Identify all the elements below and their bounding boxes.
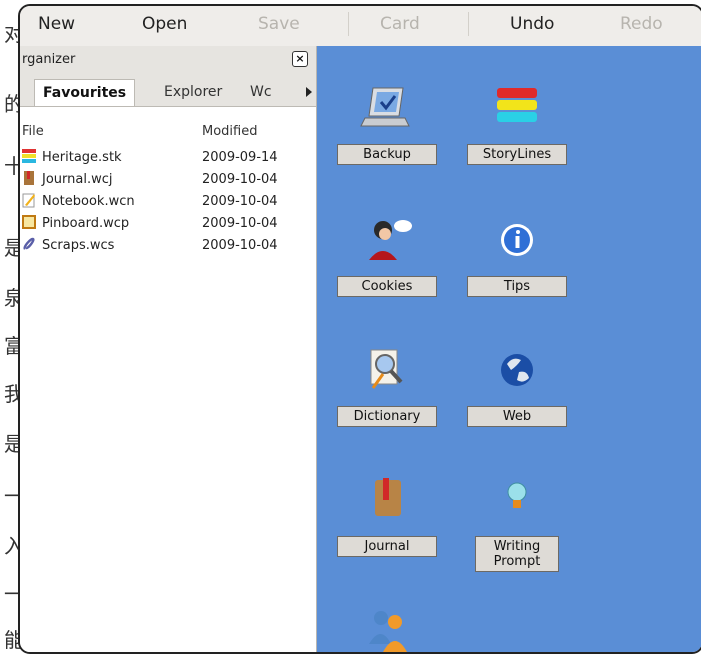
launcher-cookies[interactable]: Cookies — [337, 214, 437, 297]
globe-icon — [501, 354, 533, 386]
table-row[interactable]: Notebook.wcn 2009-10-04 — [20, 190, 316, 212]
file-name: Heritage.stk — [42, 150, 122, 165]
card-button[interactable]: Card — [380, 14, 420, 34]
notebook-icon — [22, 193, 35, 208]
save-button[interactable]: Save — [258, 14, 300, 34]
redo-button[interactable]: Redo — [620, 14, 663, 34]
journal-icon — [24, 171, 34, 185]
launcher-backup[interactable]: Backup — [337, 82, 437, 165]
launcher-label: Backup — [337, 144, 437, 165]
file-modified: 2009-10-04 — [202, 238, 278, 253]
launcher-label: Web — [467, 406, 567, 427]
tab-wc[interactable]: Wc — [242, 79, 280, 105]
launcher-writing-prompt[interactable]: Writing Prompt — [467, 474, 567, 572]
table-row[interactable]: Pinboard.wcp 2009-10-04 — [20, 212, 316, 234]
launcher-label: Tips — [467, 276, 567, 297]
organizer-title: rganizer — [22, 52, 76, 67]
table-row[interactable]: Journal.wcj 2009-10-04 — [20, 168, 316, 190]
close-icon[interactable]: × — [292, 51, 308, 67]
launcher-web[interactable]: Web — [467, 344, 567, 427]
toolbar: New Open Save Card Undo Redo — [20, 6, 701, 47]
app-window: New Open Save Card Undo Redo rganizer × … — [18, 4, 701, 654]
launcher-label: Dictionary — [337, 406, 437, 427]
file-name: Notebook.wcn — [42, 194, 135, 209]
table-row[interactable]: Scraps.wcs 2009-10-04 — [20, 234, 316, 256]
launcher-label: Journal — [337, 536, 437, 557]
toolbar-separator — [348, 12, 349, 36]
launcher-label: StoryLines — [467, 144, 567, 165]
scraps-icon — [23, 237, 35, 250]
column-file[interactable]: File — [22, 124, 44, 139]
file-name: Scraps.wcs — [42, 238, 115, 253]
pinboard-icon — [22, 215, 36, 229]
launcher-tips[interactable]: Tips — [467, 214, 567, 297]
launcher-people[interactable] — [337, 604, 437, 652]
file-modified: 2009-09-14 — [202, 150, 278, 165]
dictionary-icon — [370, 349, 403, 389]
launcher-label: Cookies — [337, 276, 437, 297]
new-button[interactable]: New — [38, 14, 75, 34]
launcher-desktop: Backup StoryLines Cookies Tips Dictionar… — [317, 46, 701, 652]
organizer-tabs: Favourites Explorer Wc — [20, 74, 316, 107]
journal-icon — [375, 478, 401, 516]
file-modified: 2009-10-04 — [202, 172, 278, 187]
open-button[interactable]: Open — [142, 14, 187, 34]
organizer-panel: rganizer × Favourites Explorer Wc File M… — [20, 46, 317, 652]
laptop-backup-icon — [360, 87, 410, 127]
tab-explorer[interactable]: Explorer — [156, 79, 230, 105]
lightbulb-icon — [507, 482, 527, 508]
organizer-titlebar: rganizer × — [20, 46, 316, 75]
info-icon — [501, 224, 533, 256]
tab-scroll-right-icon[interactable] — [306, 87, 312, 97]
file-list-header: File Modified — [20, 118, 316, 142]
undo-button[interactable]: Undo — [510, 14, 554, 34]
launcher-journal[interactable]: Journal — [337, 474, 437, 557]
file-modified: 2009-10-04 — [202, 194, 278, 209]
file-modified: 2009-10-04 — [202, 216, 278, 231]
storylines-icon — [22, 149, 36, 163]
launcher-dictionary[interactable]: Dictionary — [337, 344, 437, 427]
people-icon — [369, 611, 407, 652]
table-row[interactable]: Heritage.stk 2009-09-14 — [20, 146, 316, 168]
column-modified[interactable]: Modified — [202, 124, 257, 139]
toolbar-separator — [468, 12, 469, 36]
file-name: Journal.wcj — [42, 172, 113, 187]
file-name: Pinboard.wcp — [42, 216, 130, 231]
launcher-storylines[interactable]: StoryLines — [467, 82, 567, 165]
launcher-label: Writing Prompt — [475, 536, 559, 572]
tab-favourites[interactable]: Favourites — [34, 79, 136, 106]
cookies-person-icon — [369, 220, 412, 260]
storylines-icon — [497, 88, 537, 122]
